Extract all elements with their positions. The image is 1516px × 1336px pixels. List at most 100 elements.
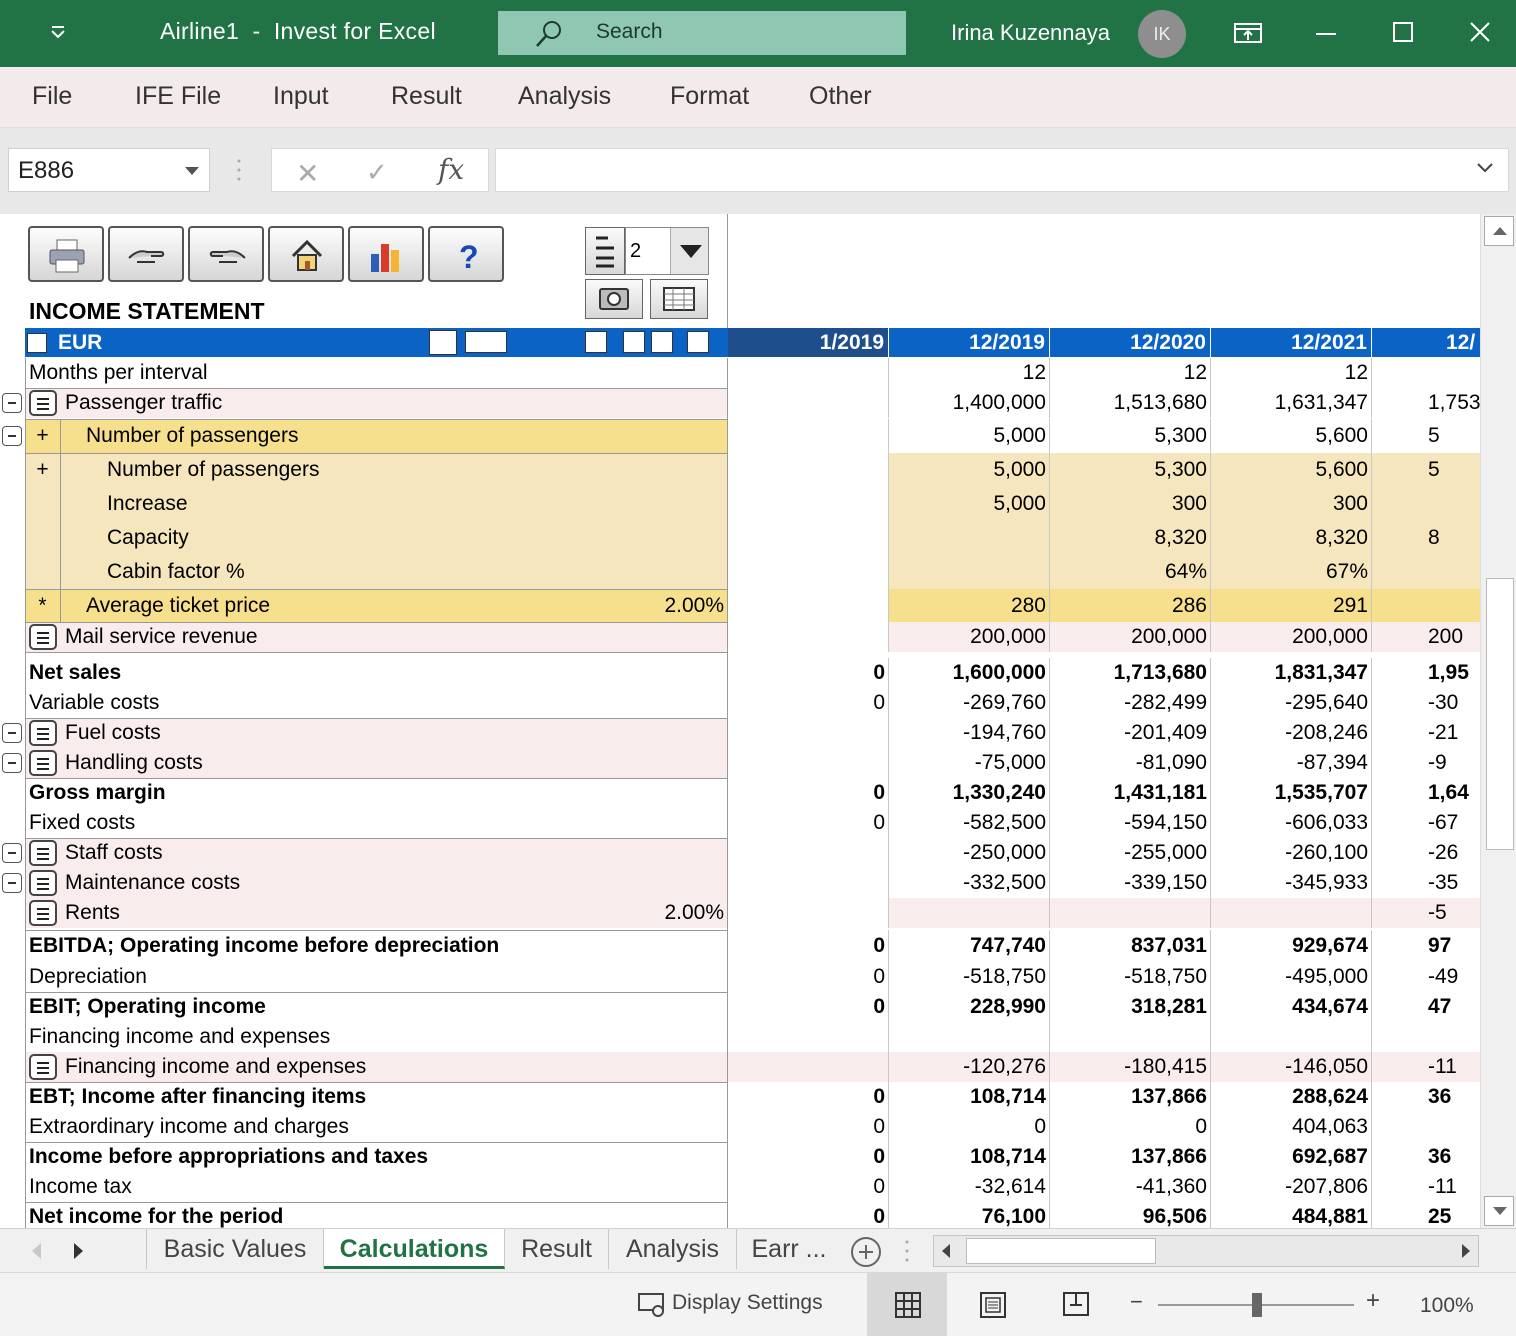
calendar-icon[interactable]	[465, 331, 507, 353]
table-cell[interactable]: 1,431,181	[1050, 778, 1211, 808]
row-marker[interactable]: +	[25, 453, 61, 487]
table-row[interactable]: Net income for the period 0 76,100 96,506 48…	[0, 1202, 1480, 1228]
table-cell[interactable]: 837,031	[1050, 930, 1211, 961]
ribbon-display-options-icon[interactable]	[1232, 16, 1264, 50]
table-cell[interactable]: 0	[728, 658, 889, 688]
table-cell[interactable]: -81,090	[1050, 748, 1211, 778]
row-label[interactable]: Staff costs	[25, 838, 728, 868]
table-cell[interactable]: -30	[1372, 688, 1480, 718]
table-cell[interactable]: -67	[1372, 808, 1480, 838]
add-sheet-icon[interactable]	[851, 1237, 881, 1267]
table-cell[interactable]	[1372, 589, 1480, 622]
table-cell[interactable]: 300	[1211, 487, 1372, 521]
page-layout-view-button[interactable]	[965, 1273, 1021, 1336]
table-cell[interactable]: -495,000	[1211, 961, 1372, 992]
table-cell[interactable]: 5	[1372, 453, 1480, 487]
table-row[interactable]: EBITDA; Operating income before deprecia…	[0, 930, 1480, 961]
outline-expand-icon[interactable]	[2, 843, 22, 863]
table-cell[interactable]: 5,300	[1050, 419, 1211, 453]
tab-analysis[interactable]: Analysis	[609, 1229, 737, 1269]
table-cell[interactable]: 64%	[1050, 555, 1211, 589]
table-cell[interactable]	[728, 487, 889, 521]
outline-expand-icon[interactable]	[2, 873, 22, 893]
chevron-down-icon[interactable]	[185, 167, 199, 175]
table-cell[interactable]: -35	[1372, 868, 1480, 898]
table-cell[interactable]	[889, 521, 1050, 555]
row-label[interactable]: Number of passengers	[61, 419, 728, 453]
drag-handle-icon[interactable]	[904, 1239, 910, 1263]
scroll-left-icon[interactable]	[942, 1244, 950, 1258]
row-label[interactable]: EBITDA; Operating income before deprecia…	[25, 930, 728, 961]
row-label[interactable]: Fixed costs	[25, 808, 728, 838]
table-cell[interactable]	[728, 622, 889, 652]
table-cell[interactable]: -282,499	[1050, 688, 1211, 718]
table-cell[interactable]: 67%	[1211, 555, 1372, 589]
outline-expand-icon[interactable]	[2, 393, 22, 413]
table-cell[interactable]: -26	[1372, 838, 1480, 868]
table-cell[interactable]: 137,866	[1050, 1082, 1211, 1112]
table-cell[interactable]: 200,000	[1211, 622, 1372, 652]
table-cell[interactable]: -75,000	[889, 748, 1050, 778]
table-cell[interactable]: -332,500	[889, 868, 1050, 898]
previous-sheet-button[interactable]	[108, 226, 184, 282]
table-cell[interactable]: -518,750	[1050, 961, 1211, 992]
table-cell[interactable]	[889, 898, 1050, 928]
row-label[interactable]: Gross margin	[25, 778, 728, 808]
table-cell[interactable]: 97	[1372, 930, 1480, 961]
table-cell[interactable]: 0	[728, 992, 889, 1022]
table-cell[interactable]: 1,64	[1372, 778, 1480, 808]
table-cell[interactable]: 1,831,347	[1211, 658, 1372, 688]
table-cell[interactable]	[728, 748, 889, 778]
table-cell[interactable]: 1,535,707	[1211, 778, 1372, 808]
normal-view-button[interactable]	[867, 1273, 947, 1336]
table-cell[interactable]: 108,714	[889, 1082, 1050, 1112]
table-row[interactable]: Cabin factor % 64% 67%	[0, 555, 1480, 589]
row-menu-icon[interactable]	[29, 1054, 57, 1080]
table-row[interactable]: Handling costs -75,000 -81,090 -87,394 -9	[0, 748, 1480, 778]
insert-function-icon[interactable]: fx	[438, 153, 464, 186]
row-label[interactable]: Fuel costs	[25, 718, 728, 748]
outline-expand-icon[interactable]	[2, 426, 22, 446]
table-cell[interactable]	[728, 453, 889, 487]
table-cell[interactable]: 5,600	[1211, 453, 1372, 487]
table-cell[interactable]: 5,000	[889, 453, 1050, 487]
table-cell[interactable]: 47	[1372, 992, 1480, 1022]
table-cell[interactable]: -207,806	[1211, 1172, 1372, 1202]
table-cell[interactable]: 228,990	[889, 992, 1050, 1022]
tab-result[interactable]: Result	[505, 1229, 609, 1269]
minimize-icon[interactable]	[1310, 16, 1342, 50]
table-row[interactable]: Fuel costs -194,760 -201,409 -208,246 -21	[0, 718, 1480, 748]
table-row[interactable]: Number of passengers +5,000 5,300 5,600 5	[0, 453, 1480, 487]
table-row[interactable]: Mail service revenue 200,000 200,000 200,00…	[0, 622, 1480, 652]
table-cell[interactable]	[728, 388, 889, 418]
period-header-4[interactable]: 12/	[1372, 328, 1480, 357]
table-cell[interactable]: 200,000	[1050, 622, 1211, 652]
table-cell[interactable]	[728, 868, 889, 898]
table-row[interactable]: Capacity 8,320 8,320 8	[0, 521, 1480, 555]
table-cell[interactable]: -194,760	[889, 718, 1050, 748]
table-cell[interactable]: 0	[889, 1112, 1050, 1142]
outline-level-button[interactable]	[585, 227, 625, 275]
maximize-icon[interactable]	[1387, 16, 1419, 50]
menu-analysis[interactable]: Analysis	[518, 82, 611, 111]
table-cell[interactable]	[1050, 898, 1211, 928]
filter-icon[interactable]	[687, 331, 709, 353]
table-row[interactable]: Number of passengers +5,000 5,300 5,600 5	[0, 419, 1480, 453]
display-settings-label[interactable]: Display Settings	[672, 1291, 823, 1315]
table-cell[interactable]	[728, 521, 889, 555]
table-cell[interactable]: 434,674	[1211, 992, 1372, 1022]
table-cell[interactable]: 0	[728, 1082, 889, 1112]
table-cell[interactable]: -594,150	[1050, 808, 1211, 838]
table-cell[interactable]: -49	[1372, 961, 1480, 992]
table-cell[interactable]: 5,000	[889, 419, 1050, 453]
scroll-thumb[interactable]	[1486, 578, 1514, 850]
table-cell[interactable]: -518,750	[889, 961, 1050, 992]
table-cell[interactable]: -180,415	[1050, 1052, 1211, 1082]
menu-input[interactable]: Input	[273, 82, 329, 111]
table-cell[interactable]: -32,614	[889, 1172, 1050, 1202]
table-row[interactable]: Income tax 0 -32,614 -41,360 -207,806 -11	[0, 1172, 1480, 1202]
table-cell[interactable]: -339,150	[1050, 868, 1211, 898]
table-cell[interactable]: 0	[728, 688, 889, 718]
sheet-menu-icon[interactable]	[27, 333, 47, 353]
table-row[interactable]: Staff costs -250,000 -255,000 -260,100 -26	[0, 838, 1480, 868]
